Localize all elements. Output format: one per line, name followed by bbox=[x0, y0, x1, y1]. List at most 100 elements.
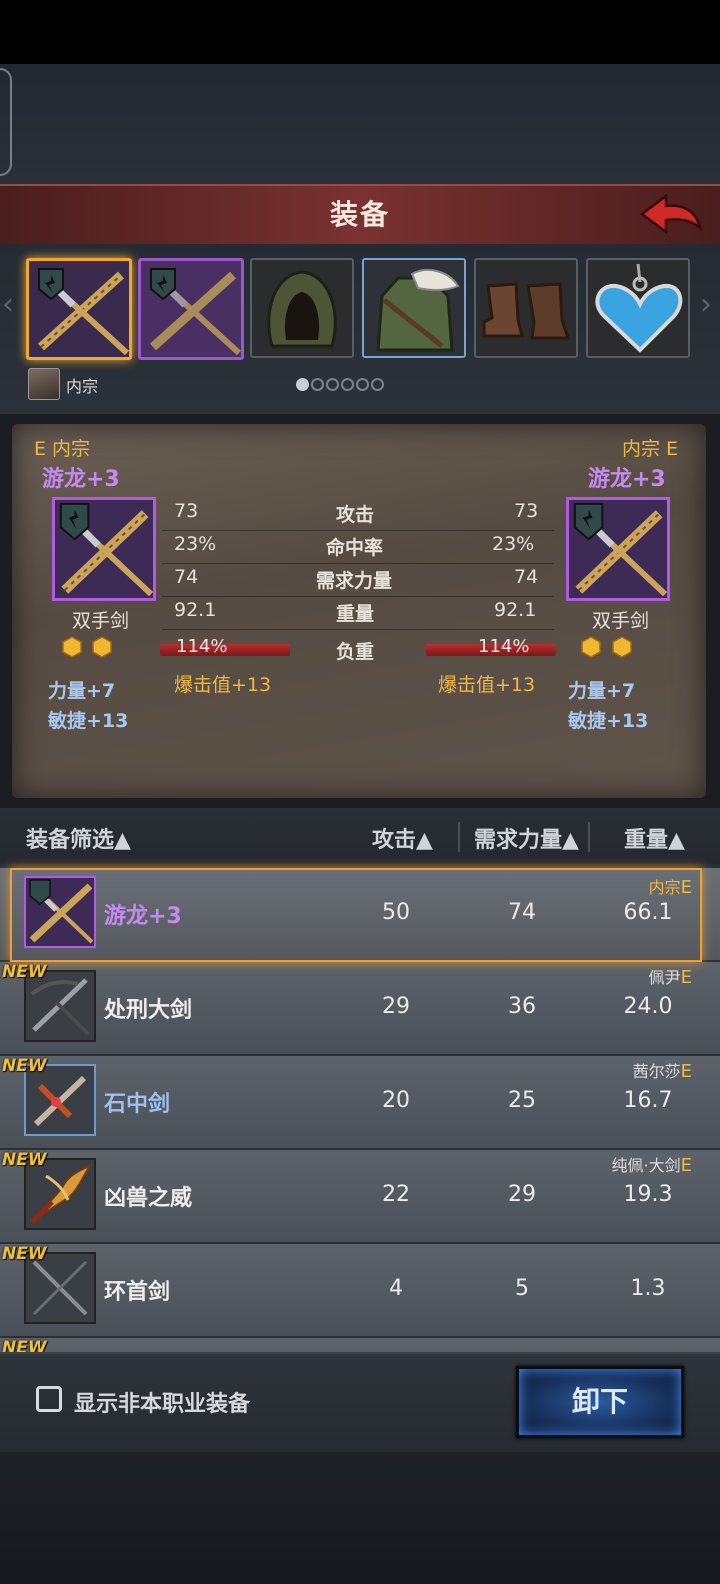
list-item-weight: 66.1 bbox=[623, 900, 673, 925]
label-attack: 攻击 bbox=[336, 504, 375, 526]
list-item-weight: 16.7 bbox=[623, 1088, 673, 1113]
owner-name: 佩尹 bbox=[648, 968, 681, 987]
divider bbox=[162, 596, 554, 597]
avatar bbox=[28, 368, 60, 400]
list-item[interactable]: NEW 石中剑 20 25 16.7 茜尔莎E bbox=[0, 1056, 720, 1150]
list-item[interactable]: NEW 处刑大剑 29 36 24.0 佩尹E bbox=[0, 962, 720, 1056]
right-stat-attack: 73 bbox=[514, 500, 539, 522]
scroll-left-icon[interactable]: ‹ bbox=[2, 285, 20, 325]
right-stat-weight: 92.1 bbox=[494, 599, 537, 621]
right-item-type: 双手剑 bbox=[592, 610, 650, 632]
sword-icon bbox=[33, 1075, 87, 1127]
list-item-str: 5 bbox=[515, 1276, 529, 1301]
title-bar: 装备 bbox=[0, 184, 720, 246]
unequip-button[interactable]: 卸下 bbox=[516, 1366, 684, 1438]
list-item-owner: 茜尔莎E bbox=[633, 1058, 692, 1082]
show-other-class-label[interactable]: 显示非本职业装备 bbox=[74, 1386, 250, 1418]
gem-icon bbox=[62, 636, 82, 658]
left-item-type: 双手剑 bbox=[72, 610, 130, 632]
amulet-slot[interactable] bbox=[586, 258, 690, 358]
left-owner-grade: E 内宗 bbox=[34, 438, 91, 460]
heart-amulet-icon bbox=[588, 260, 688, 356]
grade: E bbox=[680, 967, 692, 988]
ring-sword-icon bbox=[32, 1260, 88, 1316]
weapon-slot-2[interactable] bbox=[138, 258, 244, 360]
left-attr-agi: 敏捷+13 bbox=[48, 710, 129, 732]
background-lower bbox=[0, 1452, 720, 1584]
list-item[interactable]: NEW 凶兽之威 22 29 19.3 纯佩·大剑E bbox=[0, 1150, 720, 1244]
sword-icon bbox=[141, 261, 241, 357]
list-item[interactable]: NEW 环首剑 4 5 1.3 bbox=[0, 1244, 720, 1338]
coat-icon bbox=[364, 260, 464, 356]
list-item[interactable]: 游龙+3 50 74 66.1 内宗E bbox=[0, 868, 720, 962]
right-stat-hit: 23% bbox=[492, 533, 535, 555]
sort-weight[interactable]: 重量▲ bbox=[624, 822, 685, 854]
gem-icon bbox=[92, 636, 112, 658]
divider bbox=[162, 563, 554, 564]
right-stat-str: 74 bbox=[514, 566, 539, 588]
list-item-attack: 50 bbox=[382, 900, 410, 925]
weapon-slot-1[interactable] bbox=[26, 258, 132, 360]
list-item-attack: 22 bbox=[382, 1182, 410, 1207]
list-item[interactable]: NEW bbox=[0, 1338, 720, 1352]
divider bbox=[588, 822, 590, 852]
list-item-name: 游龙+3 bbox=[104, 904, 182, 929]
boots-icon bbox=[476, 260, 576, 356]
left-item-name: 游龙+3 bbox=[42, 467, 120, 492]
new-badge: NEW bbox=[2, 1338, 47, 1352]
sword-icon bbox=[59, 502, 153, 597]
page-dot[interactable] bbox=[371, 378, 384, 391]
list-item-str: 36 bbox=[508, 994, 536, 1019]
sword-icon bbox=[29, 879, 94, 944]
hood-slot[interactable] bbox=[250, 258, 354, 358]
show-other-class-checkbox[interactable] bbox=[36, 1386, 62, 1412]
owner-name: 内宗 bbox=[648, 878, 681, 897]
new-badge: NEW bbox=[2, 1244, 47, 1264]
left-stat-str: 74 bbox=[174, 566, 199, 588]
sword-icon bbox=[29, 261, 129, 357]
list-item-attack: 4 bbox=[389, 1276, 403, 1301]
page-dot[interactable] bbox=[296, 378, 309, 391]
left-item-icon bbox=[52, 497, 156, 601]
page-dot[interactable] bbox=[356, 378, 369, 391]
sort-str-req[interactable]: 需求力量▲ bbox=[474, 822, 579, 854]
left-stat-hit: 23% bbox=[174, 533, 217, 555]
list-item-owner: 内宗E bbox=[649, 874, 692, 898]
divider bbox=[162, 530, 554, 531]
right-attr-agi: 敏捷+13 bbox=[568, 710, 649, 732]
greatsword-icon bbox=[30, 978, 90, 1036]
scroll-right-icon[interactable]: › bbox=[700, 285, 718, 325]
list-item-attack: 29 bbox=[382, 994, 410, 1019]
list-item-owner: 纯佩·大剑E bbox=[612, 1152, 692, 1176]
boots-slot[interactable] bbox=[474, 258, 578, 358]
new-badge: NEW bbox=[2, 1056, 47, 1076]
right-item-icon bbox=[566, 497, 670, 601]
sort-attack[interactable]: 攻击▲ bbox=[372, 822, 433, 854]
flame-sword-icon bbox=[30, 1164, 93, 1224]
left-crit: 爆击值+13 bbox=[174, 674, 272, 696]
armor-slot[interactable] bbox=[362, 258, 466, 358]
page-dot[interactable] bbox=[311, 378, 324, 391]
list-item-weight: 19.3 bbox=[623, 1182, 673, 1207]
left-attr-str: 力量+7 bbox=[48, 680, 116, 702]
divider bbox=[458, 822, 460, 852]
character-name: 内宗 bbox=[66, 377, 99, 396]
back-arrow-icon[interactable] bbox=[638, 192, 704, 238]
equipment-list[interactable]: 游龙+3 50 74 66.1 内宗E NEW 处刑大剑 29 36 24.0 … bbox=[0, 864, 720, 1352]
right-load-value: 114% bbox=[478, 636, 530, 657]
side-handle[interactable] bbox=[0, 68, 12, 176]
page-dot[interactable] bbox=[326, 378, 339, 391]
page-dot[interactable] bbox=[341, 378, 354, 391]
list-item-name: 凶兽之威 bbox=[104, 1186, 193, 1211]
right-attr-str: 力量+7 bbox=[568, 680, 636, 702]
left-load-value: 114% bbox=[176, 636, 228, 657]
hood-icon bbox=[252, 260, 352, 356]
page-indicator bbox=[296, 376, 386, 395]
list-item-weight: 24.0 bbox=[623, 994, 673, 1019]
owner-name: 茜尔莎 bbox=[632, 1062, 681, 1081]
list-item-name: 环首剑 bbox=[104, 1280, 171, 1305]
status-bar bbox=[0, 0, 720, 64]
page-title: 装备 bbox=[329, 198, 390, 231]
right-owner-grade: 内宗 E bbox=[622, 438, 679, 460]
filter-sort[interactable]: 装备筛选▲ bbox=[26, 822, 131, 854]
